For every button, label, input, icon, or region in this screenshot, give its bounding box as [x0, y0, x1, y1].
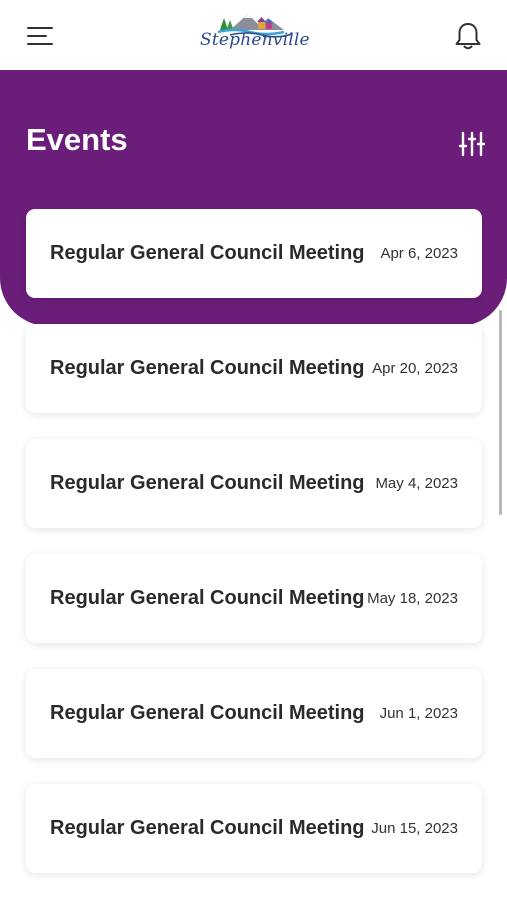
event-title: Regular General Council Meeting: [50, 587, 365, 609]
event-card[interactable]: Regular General Council Meeting May 4, 2…: [26, 439, 482, 528]
event-card[interactable]: Regular General Council Meeting Jun 15, …: [26, 784, 482, 873]
event-title: Regular General Council Meeting: [50, 817, 365, 839]
notifications-button[interactable]: [448, 16, 488, 56]
event-date: Jun 15, 2023: [371, 820, 458, 837]
event-date: Apr 20, 2023: [372, 360, 458, 377]
event-date: Apr 6, 2023: [380, 245, 458, 262]
hamburger-menu-icon: [27, 27, 53, 45]
event-title: Regular General Council Meeting: [50, 357, 365, 379]
event-card[interactable]: Regular General Council Meeting Apr 6, 2…: [26, 209, 482, 298]
event-date: Jun 1, 2023: [379, 705, 458, 722]
event-date: May 4, 2023: [375, 475, 458, 492]
logo-wordmark: Stephenville: [200, 30, 310, 50]
stephenville-logo[interactable]: Stephenville: [200, 8, 310, 58]
app-screen: Stephenville Events Regular General Coun…: [0, 0, 507, 900]
scrollbar-thumb[interactable]: [499, 310, 502, 515]
event-title: Regular General Council Meeting: [50, 472, 365, 494]
event-card[interactable]: Regular General Council Meeting Jun 1, 2…: [26, 669, 482, 758]
event-date: May 18, 2023: [367, 590, 458, 607]
bell-icon: [455, 23, 481, 50]
menu-button[interactable]: [22, 18, 58, 54]
event-title: Regular General Council Meeting: [50, 242, 365, 264]
event-title: Regular General Council Meeting: [50, 702, 365, 724]
top-app-bar: Stephenville: [0, 0, 507, 70]
events-list: Regular General Council Meeting Apr 6, 2…: [0, 0, 507, 900]
event-card[interactable]: Regular General Council Meeting Apr 20, …: [26, 324, 482, 413]
event-card[interactable]: Regular General Council Meeting May 18, …: [26, 554, 482, 643]
